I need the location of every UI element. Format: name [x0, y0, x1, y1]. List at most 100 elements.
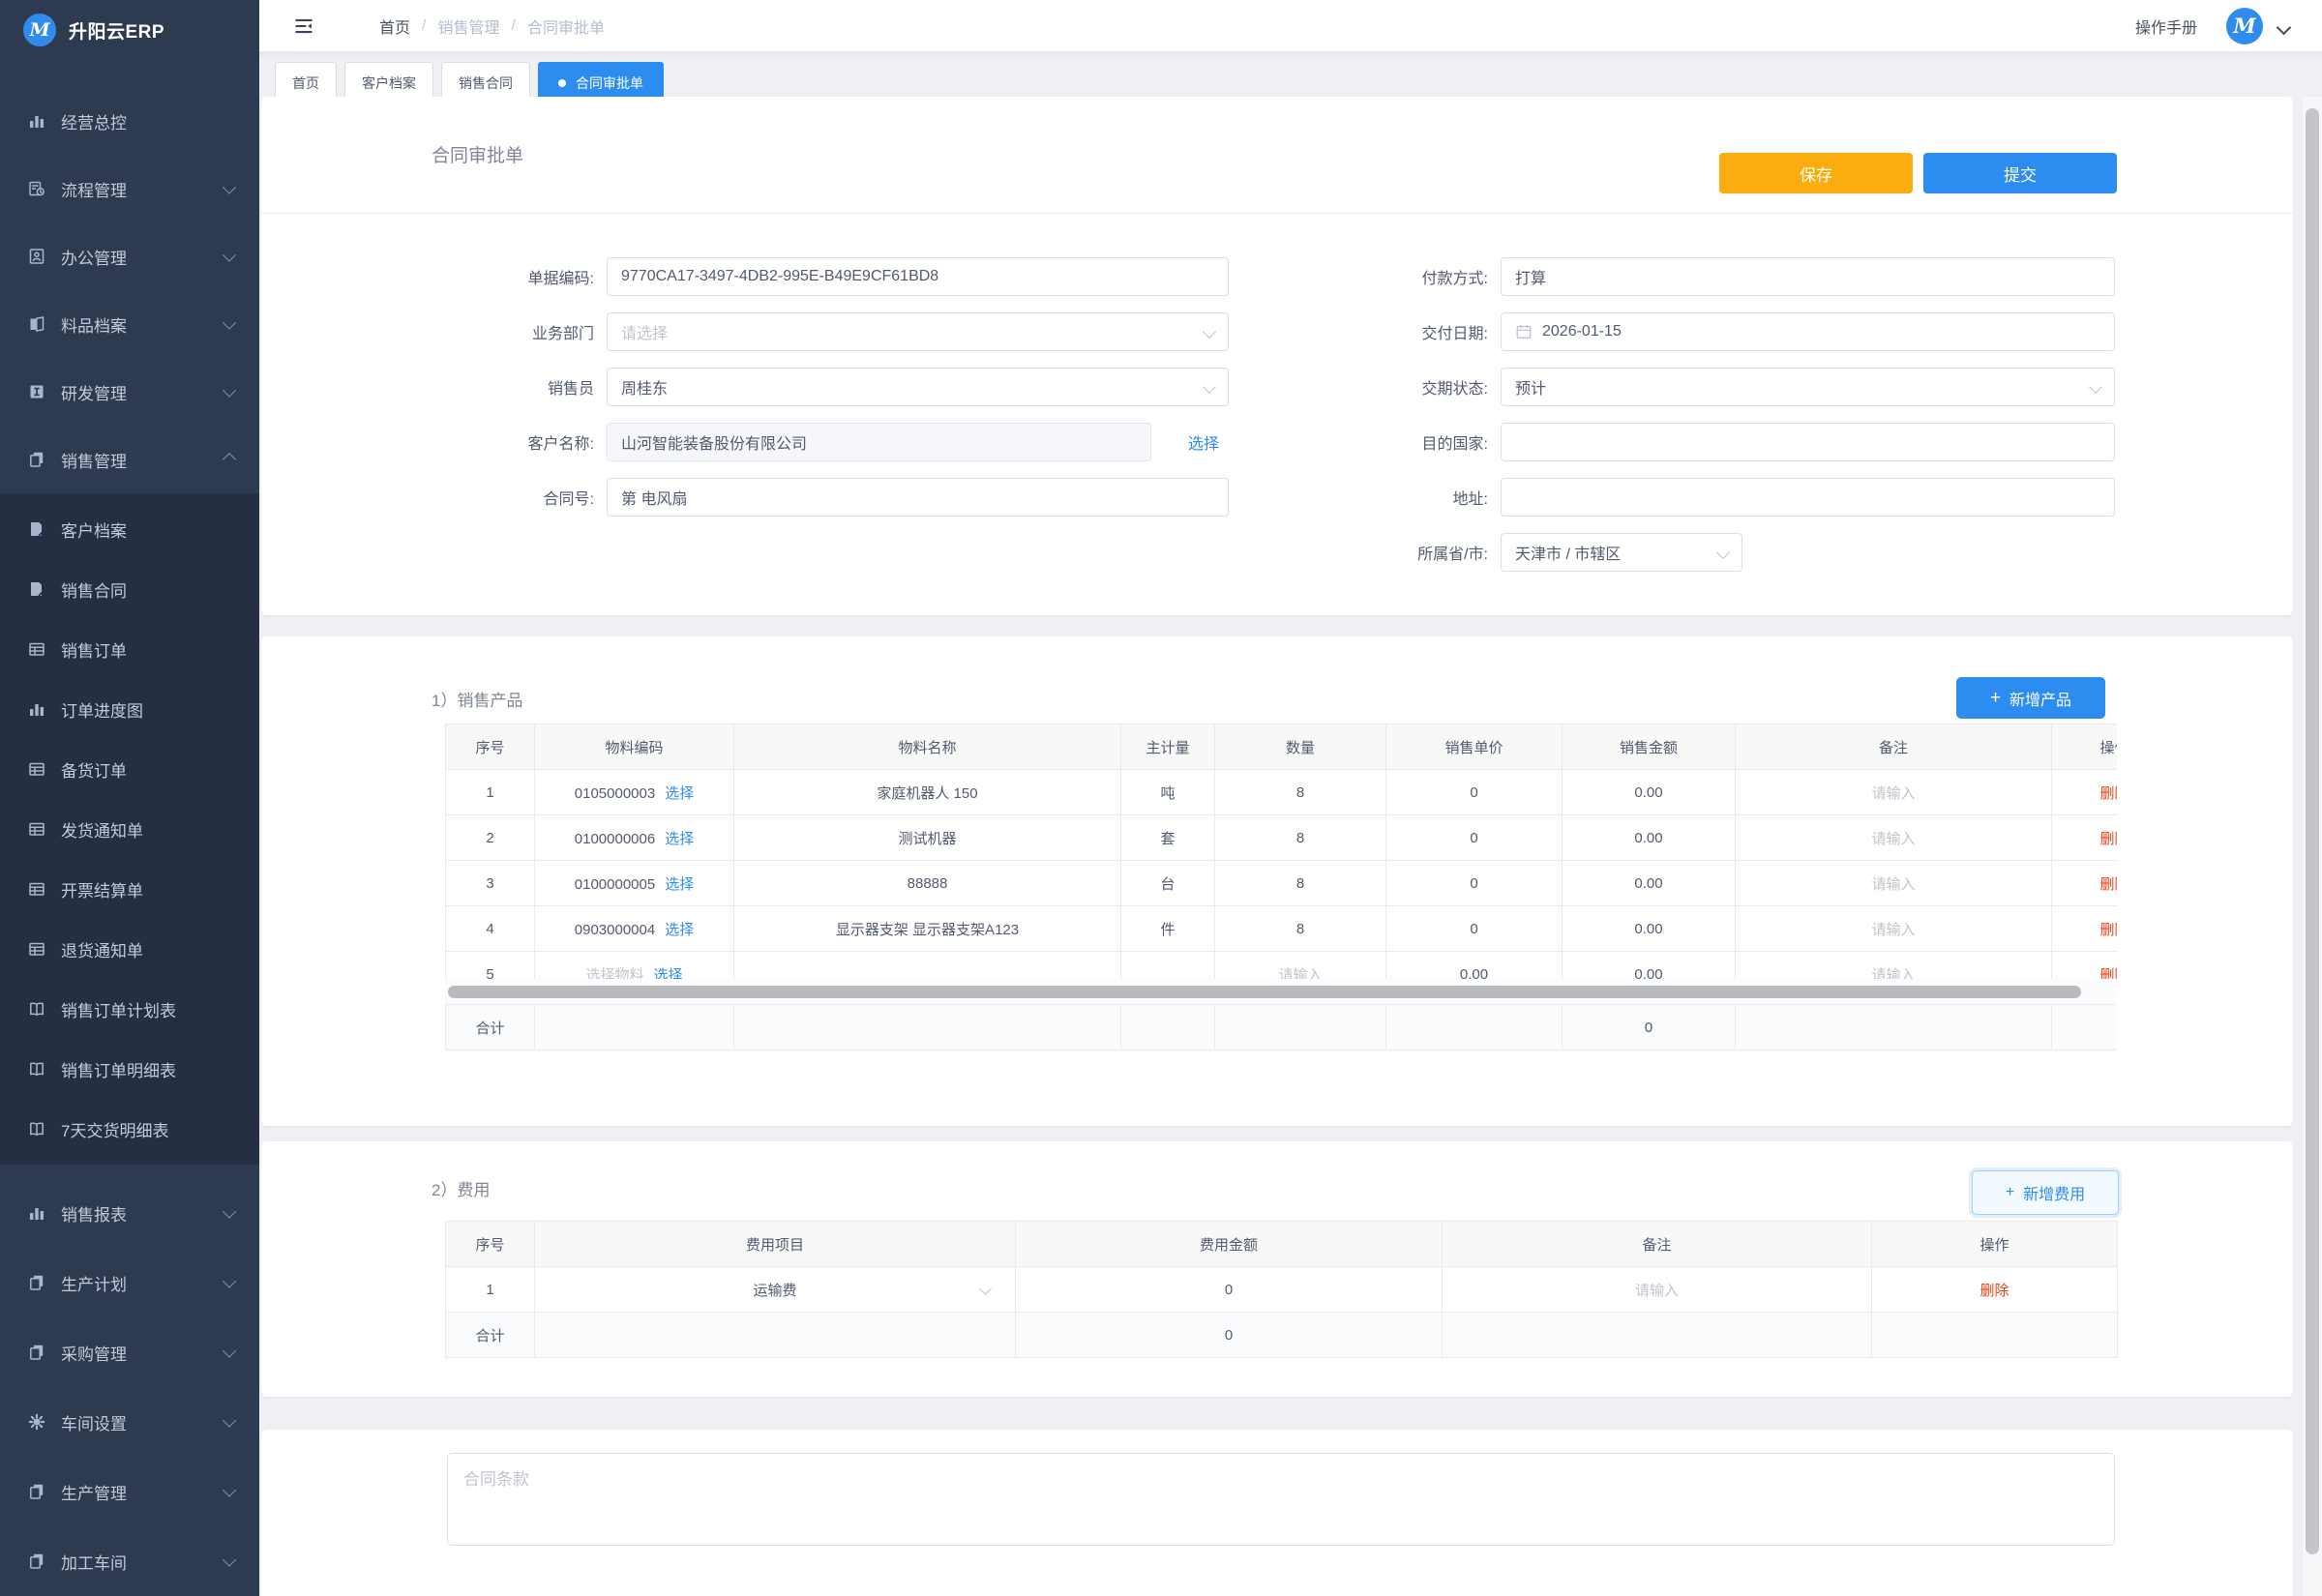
- sidebar-item[interactable]: 办公管理: [0, 222, 259, 290]
- field-input[interactable]: 预计: [1501, 368, 2115, 406]
- form-row: 合同号: 第 电风扇: [443, 478, 1229, 517]
- sidebar-item[interactable]: 生产计划: [0, 1248, 259, 1317]
- cell-qty[interactable]: 8: [1215, 906, 1386, 952]
- field-label: 客户名称:: [443, 430, 607, 454]
- field-input[interactable]: 周桂东: [607, 368, 1229, 406]
- cell-seq: 1: [446, 1267, 535, 1313]
- field-input[interactable]: 请选择: [607, 312, 1229, 351]
- sidebar-subitem[interactable]: 备货订单: [0, 739, 259, 799]
- cell-fee-item[interactable]: 运输费: [535, 1267, 1016, 1313]
- copy-pages-icon: [27, 1482, 46, 1501]
- field-input[interactable]: 9770CA17-3497-4DB2-995E-B49E9CF61BD8: [607, 257, 1229, 296]
- sidebar-subitem[interactable]: 销售订单计划表: [0, 979, 259, 1039]
- field-input[interactable]: 打算: [1501, 257, 2115, 296]
- sidebar-item-label: 生产计划: [61, 1271, 224, 1295]
- sidebar-subitem[interactable]: 发货通知单: [0, 799, 259, 859]
- cell-seq: 2: [446, 815, 535, 861]
- delete-row-link[interactable]: 删除: [2099, 876, 2117, 893]
- cell-fee-amount[interactable]: 0: [1016, 1267, 1443, 1313]
- select-material-link[interactable]: 选择: [665, 876, 694, 893]
- cell-note[interactable]: 请输入: [1736, 815, 2052, 861]
- save-button[interactable]: 保存: [1719, 153, 1913, 193]
- sidebar-subitem[interactable]: 开票结算单: [0, 859, 259, 919]
- sidebar-subitem[interactable]: 订单进度图: [0, 679, 259, 739]
- table-grid-icon: [27, 879, 46, 899]
- sidebar-subitem[interactable]: 销售订单明细表: [0, 1039, 259, 1099]
- cell-qty[interactable]: 8: [1215, 815, 1386, 861]
- choose-link[interactable]: 选择: [1188, 430, 1219, 454]
- manual-link[interactable]: 操作手册: [2135, 15, 2197, 38]
- vertical-scrollbar-thumb[interactable]: [2306, 108, 2319, 1554]
- select-material-link[interactable]: 选择: [665, 922, 694, 938]
- delete-row-link[interactable]: 删除: [2099, 831, 2117, 847]
- sidebar-subitem[interactable]: 销售订单: [0, 619, 259, 679]
- delete-row-link[interactable]: 删除: [1980, 1283, 2009, 1299]
- cell-qty[interactable]: 8: [1215, 770, 1386, 815]
- form-row: 客户名称: 山河智能装备股份有限公司 选择: [443, 423, 1229, 461]
- select-material-link[interactable]: 选择: [665, 785, 694, 802]
- field-input[interactable]: 山河智能装备股份有限公司: [607, 423, 1151, 461]
- field-input[interactable]: [1501, 423, 2115, 461]
- sidebar-item[interactable]: 研发管理: [0, 358, 259, 426]
- submit-button[interactable]: 提交: [1923, 153, 2117, 193]
- vertical-scrollbar: [2303, 97, 2322, 1596]
- sidebar-item[interactable]: 车间设置: [0, 1387, 259, 1457]
- delete-row-link[interactable]: 删除: [2099, 785, 2117, 802]
- sidebar-subitem-label: 开票结算单: [61, 877, 224, 901]
- sidebar-item[interactable]: 加工车间: [0, 1526, 259, 1596]
- field-input[interactable]: 2026-01-15: [1501, 312, 2115, 351]
- field-input[interactable]: [1501, 478, 2115, 517]
- sidebar-subitem-label: 7天交货明细表: [61, 1117, 224, 1141]
- sidebar-item[interactable]: 采购管理: [0, 1317, 259, 1387]
- table-row: 2 0100000006选择 测试机器 套 8 0 0.00 请输入 删除: [446, 815, 2118, 861]
- horizontal-scrollbar-thumb[interactable]: [448, 986, 2081, 998]
- field-value: 2026-01-15: [1542, 323, 1622, 340]
- avatar[interactable]: M: [2226, 8, 2263, 44]
- cell-price[interactable]: 0: [1386, 861, 1563, 906]
- cell-note[interactable]: 请输入: [1736, 906, 2052, 952]
- sidebar-item[interactable]: 销售报表: [0, 1178, 259, 1248]
- sidebar-item[interactable]: 生产管理: [0, 1457, 259, 1526]
- delete-row-link[interactable]: 删除: [2099, 922, 2117, 938]
- sidebar-item[interactable]: 料品档案: [0, 290, 259, 358]
- sidebar-item[interactable]: 流程管理: [0, 155, 259, 222]
- field-label: 目的国家:: [1341, 430, 1501, 454]
- breadcrumb-separator: /: [422, 17, 426, 35]
- field-input[interactable]: 第 电风扇: [607, 478, 1229, 517]
- cell-seq: 3: [446, 861, 535, 906]
- field-label: 合同号:: [443, 486, 607, 509]
- page-tab[interactable]: 客户档案: [344, 62, 433, 97]
- sidebar-item[interactable]: 销售管理: [0, 426, 259, 493]
- column-header: 数量: [1215, 724, 1386, 770]
- breadcrumb-label[interactable]: 合同审批单: [527, 15, 605, 38]
- breadcrumb-label[interactable]: 销售管理: [437, 15, 499, 38]
- cell-note[interactable]: 请输入: [1443, 1267, 1872, 1313]
- page-tab[interactable]: 合同审批单: [538, 62, 664, 97]
- add-fee-button[interactable]: + 新增费用: [1972, 1170, 2119, 1215]
- cell-note[interactable]: 请输入: [1736, 861, 2052, 906]
- menu-fold-icon[interactable]: [292, 15, 315, 37]
- sidebar-item[interactable]: 经营总控: [0, 87, 259, 155]
- horizontal-scrollbar: [445, 979, 2117, 1004]
- sidebar-item-label: 采购管理: [61, 1341, 224, 1365]
- field-input[interactable]: 天津市 / 市辖区: [1501, 533, 1742, 572]
- rnd-square-icon: [27, 382, 46, 401]
- cell-price[interactable]: 0: [1386, 815, 1563, 861]
- cell-price[interactable]: 0: [1386, 906, 1563, 952]
- breadcrumb-label[interactable]: 首页: [379, 15, 410, 38]
- chevron-icon: [223, 1484, 236, 1497]
- page-tab[interactable]: 首页: [275, 62, 337, 97]
- sidebar-subitem[interactable]: 7天交货明细表: [0, 1099, 259, 1159]
- page-tab[interactable]: 销售合同: [441, 62, 530, 97]
- cell-note[interactable]: 请输入: [1736, 770, 2052, 815]
- chevron-down-icon: [1203, 325, 1216, 339]
- cell-qty[interactable]: 8: [1215, 861, 1386, 906]
- sidebar-subitem[interactable]: 销售合同: [0, 559, 259, 619]
- select-material-link[interactable]: 选择: [665, 831, 694, 847]
- chevron-down-icon[interactable]: [2277, 20, 2292, 36]
- cell-price[interactable]: 0: [1386, 770, 1563, 815]
- add-product-button[interactable]: + 新增产品: [1956, 677, 2105, 719]
- sidebar-subitem[interactable]: 客户档案: [0, 499, 259, 559]
- sidebar-subitem[interactable]: 退货通知单: [0, 919, 259, 979]
- contract-terms-textarea[interactable]: 合同条款: [447, 1453, 2115, 1546]
